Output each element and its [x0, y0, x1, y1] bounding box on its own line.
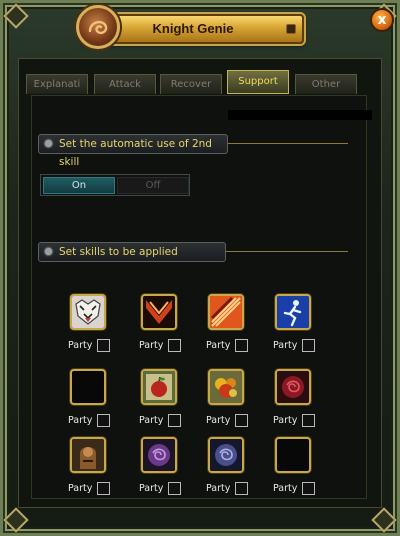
fire-strike-skill-icon[interactable]: [208, 294, 244, 330]
section-header-skills: Set skills to be applied: [38, 242, 226, 262]
genie-emblem-icon: [76, 5, 120, 49]
purple-rose-item-icon[interactable]: [141, 437, 177, 473]
title-cap-ornament: [286, 24, 296, 34]
toggle-on-button[interactable]: On: [43, 177, 115, 194]
tab-other[interactable]: Other: [295, 74, 357, 94]
header-shadow-bar: [228, 110, 372, 120]
party-checkbox[interactable]: [235, 414, 248, 427]
party-checkbox[interactable]: [168, 482, 181, 495]
knight-portrait-icon[interactable]: [70, 437, 106, 473]
bullet-icon: [45, 140, 52, 147]
party-label: Party: [206, 340, 231, 351]
party-checkbox[interactable]: [97, 414, 110, 427]
tiger-skill-icon[interactable]: [70, 294, 106, 330]
tab-attack[interactable]: Attack: [94, 74, 156, 94]
frame-corner-ornament: [3, 3, 29, 29]
red-slash-skill-icon[interactable]: [141, 294, 177, 330]
apple-item-icon[interactable]: [141, 369, 177, 405]
frame-corner-ornament: [371, 507, 397, 533]
section-header-auto-skill: Set the automatic use of 2nd skill: [38, 134, 228, 168]
tab-recover[interactable]: Recover: [160, 74, 222, 94]
party-label: Party: [206, 483, 231, 494]
party-checkbox[interactable]: [302, 414, 315, 427]
party-label: Party: [273, 415, 298, 426]
empty-skill-slot[interactable]: [70, 369, 106, 405]
red-rose-item-icon[interactable]: [275, 369, 311, 405]
party-checkbox[interactable]: [97, 339, 110, 352]
party-checkbox[interactable]: [302, 339, 315, 352]
party-label: Party: [273, 483, 298, 494]
party-label: Party: [273, 340, 298, 351]
party-label: Party: [139, 340, 164, 351]
party-label: Party: [68, 340, 93, 351]
bullet-icon: [45, 248, 52, 255]
section-divider: [228, 143, 348, 144]
party-checkbox[interactable]: [302, 482, 315, 495]
tab-support[interactable]: Support: [227, 70, 289, 94]
tab-explanation[interactable]: Explanati: [26, 74, 88, 94]
tab-bar: Explanati Attack Recover Support Other: [24, 70, 374, 94]
section-header-skills-label: Set skills to be applied: [59, 246, 178, 258]
party-checkbox[interactable]: [235, 482, 248, 495]
toggle-off-button[interactable]: Off: [117, 177, 189, 194]
party-label: Party: [206, 415, 231, 426]
frame-corner-ornament: [3, 507, 29, 533]
party-label: Party: [139, 415, 164, 426]
blue-rose-item-icon[interactable]: [208, 437, 244, 473]
fruit-basket-item-icon[interactable]: [208, 369, 244, 405]
party-checkbox[interactable]: [168, 339, 181, 352]
party-checkbox[interactable]: [235, 339, 248, 352]
party-label: Party: [139, 483, 164, 494]
party-checkbox[interactable]: [168, 414, 181, 427]
auto-skill-toggle[interactable]: On Off: [40, 174, 190, 196]
section-divider: [226, 251, 348, 252]
party-label: Party: [68, 415, 93, 426]
close-button[interactable]: x: [370, 8, 394, 32]
party-checkbox[interactable]: [97, 482, 110, 495]
running-figure-skill-icon[interactable]: [275, 294, 311, 330]
party-label: Party: [68, 483, 93, 494]
empty-skill-slot[interactable]: [275, 437, 311, 473]
